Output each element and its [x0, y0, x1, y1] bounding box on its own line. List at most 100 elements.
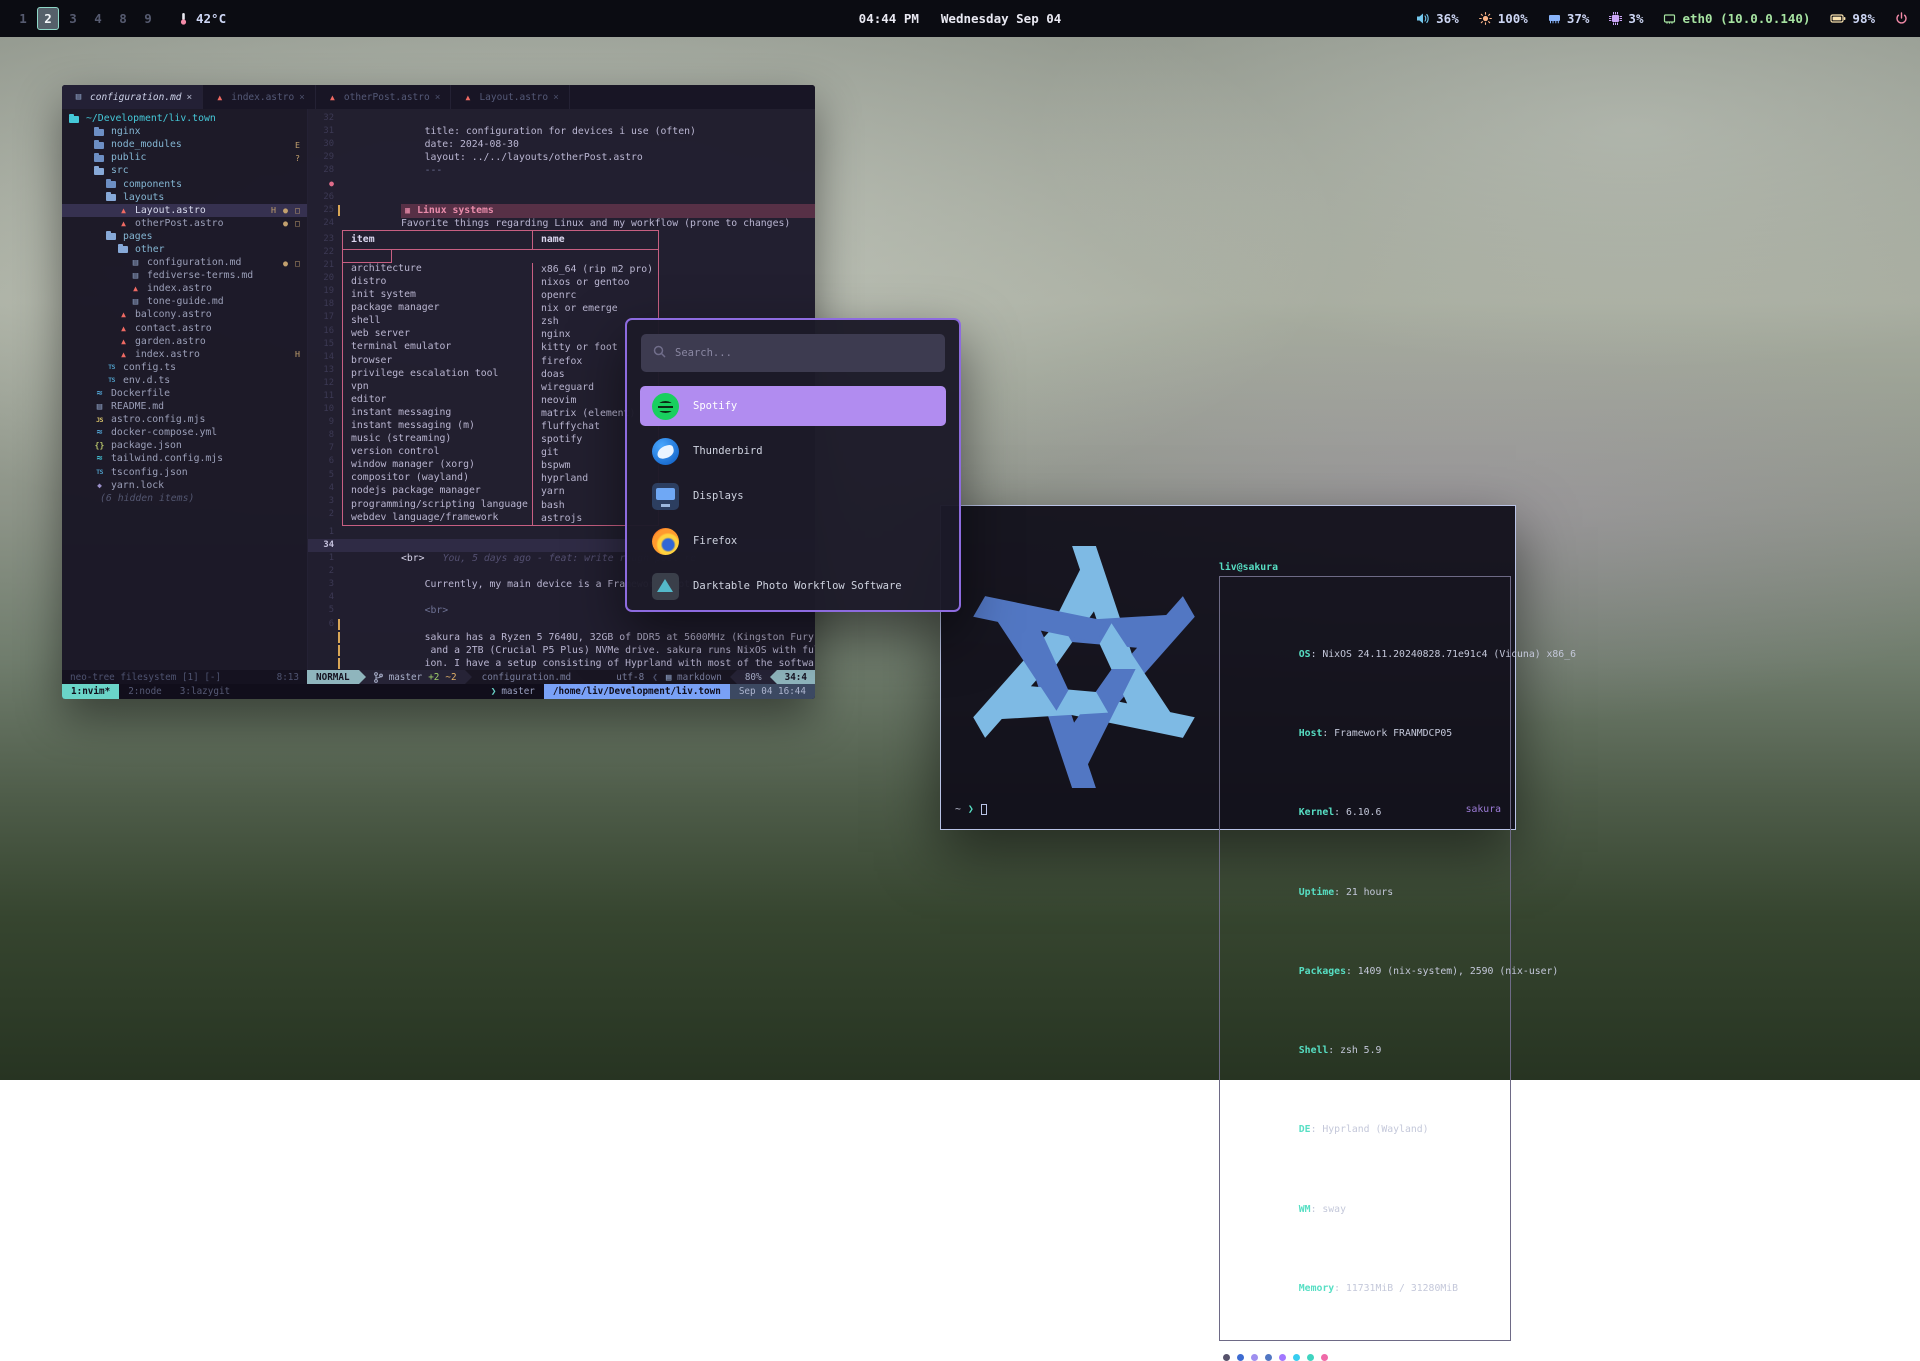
- launcher-app-item[interactable]: Darktable Photo Workflow Software: [640, 566, 946, 606]
- file-type-icon: [93, 389, 106, 399]
- tree-item[interactable]: components: [62, 177, 307, 190]
- workspace-button[interactable]: 1: [12, 7, 34, 30]
- table-cell-item: distro: [343, 276, 532, 289]
- editor-line: 24: [308, 217, 815, 230]
- heading-gutter-dot: ●: [308, 177, 334, 190]
- editor-line: 29---: [308, 151, 815, 164]
- search-input[interactable]: [675, 347, 933, 359]
- open-folder-icon: [68, 114, 81, 124]
- tmux-window-tab[interactable]: 3:lazygit: [171, 684, 239, 699]
- neo-tree-position: 8:13: [277, 672, 299, 683]
- power-module[interactable]: [1895, 12, 1908, 25]
- volume-value: 36%: [1436, 11, 1459, 26]
- tree-item[interactable]: docker-compose.yml: [62, 426, 307, 439]
- workspace-button[interactable]: 8: [112, 7, 134, 30]
- tree-item[interactable]: nginx: [62, 125, 307, 138]
- user-host-title: liv@sakura: [1219, 562, 1511, 573]
- tree-item[interactable]: (6 hidden items): [62, 492, 307, 505]
- tree-item[interactable]: fediverse-terms.md: [62, 269, 307, 282]
- tmux-window-tab[interactable]: 2:node: [119, 684, 171, 699]
- tree-item[interactable]: balcony.astro: [62, 308, 307, 321]
- tab-close-icon[interactable]: [299, 92, 305, 103]
- file-type-icon: [105, 192, 118, 202]
- tmux-window-tab[interactable]: 1:nvim*: [62, 684, 119, 699]
- tree-item[interactable]: tailwind.config.mjs: [62, 452, 307, 465]
- shell-prompt[interactable]: ~ ❯: [955, 804, 987, 815]
- workspace-button[interactable]: 4: [87, 7, 109, 30]
- editor-tab[interactable]: index.astro: [203, 85, 316, 109]
- tree-item[interactable]: other: [62, 243, 307, 256]
- editor-line: 28: [308, 164, 815, 177]
- tree-item-label: components: [123, 179, 182, 190]
- battery-module[interactable]: 98%: [1830, 11, 1875, 26]
- tree-item-label: public: [111, 152, 146, 163]
- info-row: WMsway: [1228, 1189, 1502, 1229]
- editor-line: ove. I use Nix when I need software with…: [308, 657, 815, 670]
- file-type-icon: [129, 297, 142, 307]
- tree-item-label: otherPost.astro: [135, 218, 223, 229]
- line-number: 32: [308, 112, 334, 125]
- info-value: 21 hours: [1346, 887, 1393, 898]
- editor-line: 6sakura has a Ryzen 5 7640U, 32GB of DDR…: [308, 618, 815, 631]
- launcher-app-item[interactable]: Spotify: [640, 386, 946, 426]
- tab-close-icon[interactable]: [553, 92, 559, 103]
- tree-item[interactable]: package.json: [62, 439, 307, 452]
- memory-icon: [1548, 12, 1561, 25]
- table-cell-name: nix or emerge: [532, 302, 658, 315]
- tree-item[interactable]: public ?: [62, 151, 307, 164]
- memory-module[interactable]: 37%: [1548, 11, 1590, 26]
- tree-item[interactable]: README.md: [62, 400, 307, 413]
- palette-dot: [1293, 1354, 1300, 1361]
- editor-tab[interactable]: configuration.md: [62, 85, 203, 109]
- file-type-icon: [93, 480, 106, 490]
- tree-item[interactable]: Layout.astro H ● □: [62, 204, 307, 217]
- tree-item[interactable]: yarn.lock: [62, 479, 307, 492]
- tree-item[interactable]: config.ts: [62, 361, 307, 374]
- launcher-app-item[interactable]: Firefox: [640, 521, 946, 561]
- network-module[interactable]: eth0 (10.0.0.140): [1663, 11, 1810, 26]
- file-type-icon: [117, 323, 130, 333]
- tree-item[interactable]: tsconfig.json: [62, 466, 307, 479]
- file-type-icon: [105, 179, 118, 189]
- tree-item[interactable]: src: [62, 164, 307, 177]
- tree-item[interactable]: contact.astro: [62, 322, 307, 335]
- app-label: Displays: [693, 490, 744, 502]
- file-type-icon: [117, 218, 130, 228]
- launcher-search-bar[interactable]: [641, 334, 945, 372]
- tree-root-item[interactable]: ~/Development/liv.town: [62, 112, 307, 125]
- table-row: instant messaging matrix (element): [343, 407, 658, 420]
- tree-item[interactable]: configuration.md ● □: [62, 256, 307, 269]
- brightness-module[interactable]: 100%: [1479, 11, 1528, 26]
- cpu-module[interactable]: 3%: [1609, 11, 1643, 26]
- workspace-button[interactable]: 9: [137, 7, 159, 30]
- tree-item[interactable]: node_modules E: [62, 138, 307, 151]
- tree-item[interactable]: tone-guide.md: [62, 295, 307, 308]
- thermometer-icon: [177, 12, 190, 25]
- temperature-module[interactable]: 42°C: [177, 11, 226, 26]
- info-value: Framework FRANMDCP05: [1334, 728, 1452, 739]
- tree-item-label: index.astro: [147, 283, 212, 294]
- volume-module[interactable]: 36%: [1416, 11, 1459, 26]
- memory-value: 37%: [1567, 11, 1590, 26]
- tree-item[interactable]: pages: [62, 230, 307, 243]
- editor-tab[interactable]: otherPost.astro: [316, 85, 452, 109]
- workspace-button[interactable]: 2: [37, 7, 59, 30]
- editor-tab[interactable]: Layout.astro: [451, 85, 569, 109]
- tree-item[interactable]: layouts: [62, 191, 307, 204]
- tree-item[interactable]: index.astro H: [62, 348, 307, 361]
- tree-item[interactable]: otherPost.astro ● □: [62, 217, 307, 230]
- tree-item[interactable]: astro.config.mjs: [62, 413, 307, 426]
- launcher-app-item[interactable]: Displays: [640, 476, 946, 516]
- file-encoding: utf-8: [616, 672, 644, 683]
- info-value: zsh 5.9: [1340, 1045, 1381, 1056]
- file-type-icon: [213, 92, 226, 102]
- line-number: 5: [308, 604, 334, 617]
- tree-item[interactable]: garden.astro: [62, 335, 307, 348]
- tab-close-icon[interactable]: [435, 92, 441, 103]
- tree-item[interactable]: Dockerfile: [62, 387, 307, 400]
- tab-close-icon[interactable]: [187, 92, 193, 103]
- workspace-button[interactable]: 3: [62, 7, 84, 30]
- launcher-app-item[interactable]: Thunderbird: [640, 431, 946, 471]
- tree-item[interactable]: env.d.ts: [62, 374, 307, 387]
- tree-item[interactable]: index.astro: [62, 282, 307, 295]
